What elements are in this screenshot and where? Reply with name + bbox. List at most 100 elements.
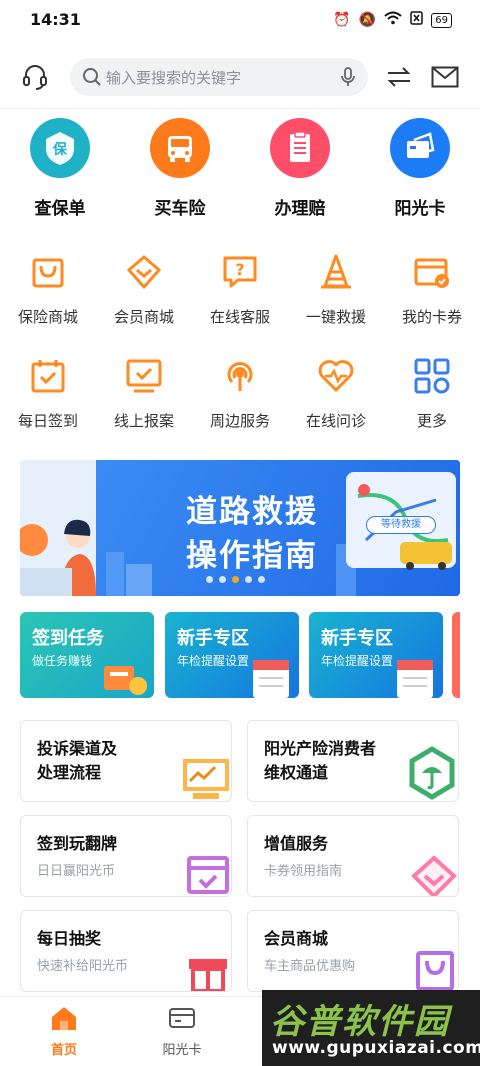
monitor-check-icon xyxy=(122,354,166,398)
online-consultation-button[interactable]: 在线问诊 xyxy=(288,354,384,431)
roadside-rescue-button[interactable]: 一键救援 xyxy=(288,250,384,327)
insurance-mall-button[interactable]: 保险商城 xyxy=(0,250,96,327)
no-sim-icon xyxy=(410,11,424,29)
sunshine-card-label: 阳光卡 xyxy=(394,199,446,219)
services-row-1: 保险商城 会员商城 ? 在线客服 一键救援 我的卡券 xyxy=(0,250,480,340)
file-claim-label: 办理赔 xyxy=(274,199,326,219)
task-subtitle: 做任务赚钱 xyxy=(32,654,93,668)
calendar-icon xyxy=(253,660,289,698)
member-mall-button[interactable]: 会员商城 xyxy=(96,250,192,327)
header-divider xyxy=(0,108,480,109)
feature-title: 投诉渠道及 处理流程 xyxy=(37,739,118,782)
watermark-title: 谷普软件园 xyxy=(270,1002,450,1042)
online-report-button[interactable]: 线上报案 xyxy=(96,354,192,431)
rescue-guide-banner[interactable]: 道路救援 操作指南 等待救援 xyxy=(20,460,460,596)
coupon-card-icon xyxy=(410,250,454,294)
task-title: 新手专区 xyxy=(177,628,249,649)
carousel-dot xyxy=(258,576,265,583)
check-policy-label: 查保单 xyxy=(34,199,86,219)
policy-shield-icon: 保 xyxy=(30,118,90,178)
search-input[interactable]: 输入要搜索的关键字 xyxy=(70,58,368,96)
tab-home[interactable]: 首页 xyxy=(16,1005,112,1058)
banner-title-line2: 操作指南 xyxy=(186,538,318,574)
banner-title-line1: 道路救援 xyxy=(186,494,318,530)
buy-car-insurance-button[interactable]: 买车险 xyxy=(120,118,240,219)
microphone-icon[interactable] xyxy=(340,67,356,87)
banner-waiting-rescue-pill: 等待救援 xyxy=(366,516,436,534)
question-chat-icon: ? xyxy=(218,250,262,294)
value-added-services-card[interactable]: 增值服务 卡券领用指南 xyxy=(247,815,459,897)
online-service-button[interactable]: ? 在线客服 xyxy=(192,250,288,327)
svg-text:保: 保 xyxy=(52,141,68,158)
primary-services: 保 查保单 买车险 办理赔 阳光卡 xyxy=(0,118,480,228)
customer-service-icon[interactable] xyxy=(20,62,50,92)
trend-chart-icon xyxy=(183,759,229,799)
my-coupons-button[interactable]: 我的卡券 xyxy=(384,250,480,327)
feature-subtitle: 卡券领用指南 xyxy=(264,864,343,879)
status-bar: 14:31 ⏰ 🔕 69 xyxy=(0,0,480,40)
feature-subtitle: 日日赢阳光币 xyxy=(37,864,116,879)
feature-subtitle: 快速补给阳光币 xyxy=(37,959,129,974)
tab-home-label: 首页 xyxy=(50,1043,77,1058)
feature-title: 增值服务 xyxy=(264,834,329,853)
task-subtitle: 年检提醒设置 xyxy=(321,654,394,668)
search-icon xyxy=(83,68,101,86)
carousel-indicator xyxy=(206,576,265,583)
card-icon xyxy=(169,1008,195,1028)
roadside-rescue-label: 一键救援 xyxy=(305,308,366,326)
consumer-rights-card[interactable]: 阳光产险消费者 维权通道 xyxy=(247,720,459,802)
newbie-zone-card[interactable]: 新手专区 年检提醒设置 xyxy=(165,612,299,698)
alarm-icon: ⏰ xyxy=(333,12,351,28)
daily-checkin-button[interactable]: 每日签到 xyxy=(0,354,96,431)
feature-title: 签到玩翻牌 xyxy=(37,834,118,853)
nearby-services-button[interactable]: 周边服务 xyxy=(192,354,288,431)
wifi-icon xyxy=(384,11,402,29)
daily-lottery-card[interactable]: 每日抽奖 快速补给阳光币 xyxy=(20,910,232,992)
switch-arrows-icon[interactable] xyxy=(384,62,414,92)
gift-icon xyxy=(189,959,227,991)
grid-more-icon xyxy=(410,354,454,398)
status-icons: ⏰ 🔕 69 xyxy=(333,11,452,29)
sunshine-card-icon xyxy=(390,118,450,178)
next-task-card-peek[interactable] xyxy=(452,612,460,698)
header: 输入要搜索的关键字 xyxy=(0,50,480,106)
mute-icon: 🔕 xyxy=(358,12,377,28)
member-mall-card[interactable]: 会员商城 车主商品优惠购 xyxy=(247,910,459,992)
search-placeholder: 输入要搜索的关键字 xyxy=(106,69,242,87)
file-claim-button[interactable]: 办理赔 xyxy=(240,118,360,219)
tab-sunshine-card-label: 阳光卡 xyxy=(162,1043,202,1058)
checkin-task-card[interactable]: 签到任务 做任务赚钱 xyxy=(20,612,154,698)
more-label: 更多 xyxy=(416,412,447,430)
watermark-overlay: 谷普软件园 www.gupuxiazai.com xyxy=(262,990,480,1066)
complaint-process-card[interactable]: 投诉渠道及 处理流程 xyxy=(20,720,232,802)
feature-title: 阳光产险消费者 维权通道 xyxy=(264,739,377,782)
feature-title: 每日抽奖 xyxy=(37,929,102,948)
newbie-zone-card-2[interactable]: 新手专区 年检提醒设置 xyxy=(309,612,443,698)
claim-document-icon xyxy=(270,118,330,178)
coin-card-icon xyxy=(104,666,147,695)
feature-subtitle: 车主商品优惠购 xyxy=(264,959,356,974)
signal-pin-icon xyxy=(218,354,262,398)
carousel-dot xyxy=(245,576,252,583)
checkin-flip-card[interactable]: 签到玩翻牌 日日赢阳光币 xyxy=(20,815,232,897)
traffic-cone-icon xyxy=(314,250,358,294)
more-button[interactable]: 更多 xyxy=(384,354,480,431)
banner-illustration-person xyxy=(20,460,96,596)
carousel-dot-active xyxy=(232,576,239,583)
shopping-bag-icon xyxy=(26,250,70,294)
car-icon xyxy=(150,118,210,178)
sunshine-card-button[interactable]: 阳光卡 xyxy=(360,118,480,219)
tab-sunshine-card[interactable]: 阳光卡 xyxy=(134,1005,230,1058)
online-consultation-label: 在线问诊 xyxy=(305,412,366,430)
buy-car-insurance-label: 买车险 xyxy=(154,199,206,219)
umbrella-shield-icon xyxy=(409,746,455,800)
online-report-label: 线上报案 xyxy=(113,412,174,430)
calendar-check-icon xyxy=(26,354,70,398)
task-subtitle: 年检提醒设置 xyxy=(177,654,250,668)
task-title: 新手专区 xyxy=(321,628,393,649)
message-envelope-icon[interactable] xyxy=(430,62,460,92)
feature-title: 会员商城 xyxy=(264,929,329,948)
carousel-dot xyxy=(219,576,226,583)
svg-text:?: ? xyxy=(235,260,244,279)
check-policy-button[interactable]: 保 查保单 xyxy=(0,118,120,219)
